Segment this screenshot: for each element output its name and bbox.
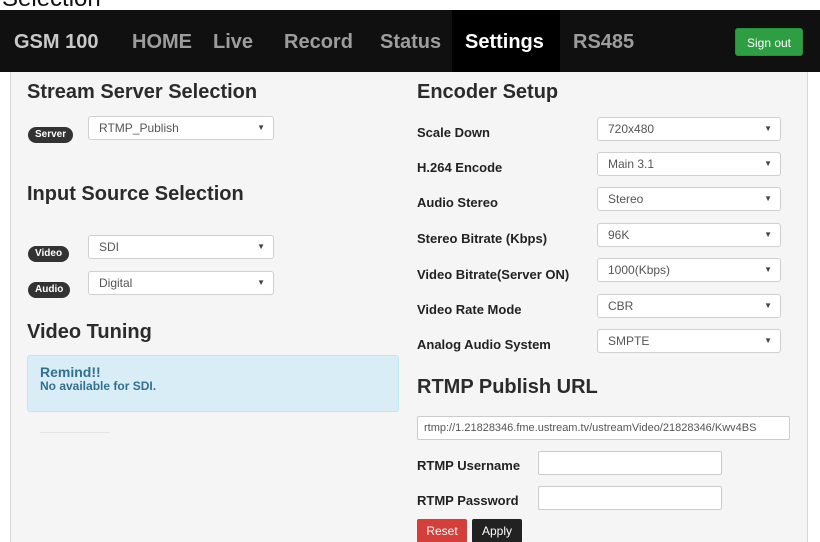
- chevron-down-icon: ▼: [764, 194, 772, 203]
- audio-stereo-select[interactable]: Stereo ▼: [597, 187, 781, 211]
- reset-button[interactable]: Reset: [417, 519, 467, 542]
- video-tuning-title: Video Tuning: [27, 321, 152, 343]
- video-source-select[interactable]: SDI ▼: [88, 235, 274, 259]
- cropped-heading: Selection: [0, 0, 820, 10]
- video-rate-mode-select[interactable]: CBR ▼: [597, 294, 781, 318]
- h264-encode-label: H.264 Encode: [417, 160, 503, 175]
- video-source-value: SDI: [99, 240, 120, 254]
- server-select-value: RTMP_Publish: [99, 121, 179, 135]
- video-bitrate-label: Video Bitrate(Server ON): [417, 267, 570, 282]
- nav-home[interactable]: HOME: [132, 30, 192, 54]
- rtmp-username-label: RTMP Username: [417, 458, 521, 473]
- audio-stereo-value: Stereo: [608, 192, 644, 206]
- scale-down-label: Scale Down: [417, 125, 490, 140]
- rtmp-password-label: RTMP Password: [417, 493, 519, 508]
- rtmp-password-input[interactable]: [538, 486, 722, 510]
- h264-encode-value: Main 3.1: [608, 157, 655, 171]
- scale-down-select[interactable]: 720x480 ▼: [597, 117, 781, 141]
- chevron-down-icon: ▼: [764, 265, 772, 274]
- apply-button[interactable]: Apply: [472, 519, 522, 542]
- h264-encode-select[interactable]: Main 3.1 ▼: [597, 152, 781, 176]
- input-source-title: Input Source Selection: [27, 183, 244, 205]
- stereo-bitrate-select[interactable]: 96K ▼: [597, 223, 781, 247]
- audio-source-select[interactable]: Digital ▼: [88, 271, 274, 295]
- encoder-setup-title: Encoder Setup: [417, 81, 559, 103]
- analog-audio-label: Analog Audio System: [417, 337, 551, 352]
- nav-live[interactable]: Live: [213, 30, 253, 54]
- audio-stereo-label: Audio Stereo: [417, 195, 498, 210]
- nav-rs485[interactable]: RS485: [573, 30, 634, 54]
- chevron-down-icon: ▼: [764, 301, 772, 310]
- scale-down-value: 720x480: [608, 122, 655, 136]
- chevron-down-icon: ▼: [764, 230, 772, 239]
- audio-source-value: Digital: [99, 276, 133, 290]
- divider: [40, 432, 110, 433]
- rtmp-publish-title: RTMP Publish URL: [417, 376, 598, 398]
- nav-record[interactable]: Record: [284, 30, 353, 54]
- video-rate-mode-label: Video Rate Mode: [417, 302, 522, 317]
- remind-text: No available for SDI.: [40, 379, 157, 393]
- server-select[interactable]: RTMP_Publish ▼: [88, 116, 274, 140]
- chevron-down-icon: ▼: [257, 278, 265, 287]
- nav-status[interactable]: Status: [380, 30, 441, 54]
- chevron-down-icon: ▼: [764, 336, 772, 345]
- top-navbar: GSM 100 HOME Live Record Status Settings…: [0, 10, 820, 72]
- video-bitrate-select[interactable]: 1000(Kbps) ▼: [597, 258, 781, 282]
- video-bitrate-value: 1000(Kbps): [608, 263, 671, 277]
- analog-audio-select[interactable]: SMPTE ▼: [597, 329, 781, 353]
- video-rate-mode-value: CBR: [608, 299, 634, 313]
- rtmp-username-input[interactable]: [538, 451, 722, 475]
- nav-settings[interactable]: Settings: [465, 30, 544, 54]
- stereo-bitrate-label: Stereo Bitrate (Kbps): [417, 231, 548, 246]
- chevron-down-icon: ▼: [257, 242, 265, 251]
- stereo-bitrate-value: 96K: [608, 228, 630, 242]
- server-badge: Server: [28, 127, 74, 143]
- rtmp-url-input[interactable]: rtmp://1.21828346.fme.ustream.tv/ustream…: [417, 416, 790, 440]
- remind-alert: Remind!! No available for SDI.: [27, 355, 399, 412]
- analog-audio-value: SMPTE: [608, 334, 650, 348]
- audio-badge: Audio: [28, 282, 71, 298]
- sign-out-button[interactable]: Sign out: [735, 28, 803, 56]
- brand-link[interactable]: GSM 100: [14, 30, 98, 54]
- stream-server-title: Stream Server Selection: [27, 81, 258, 103]
- video-badge: Video: [28, 246, 70, 262]
- chevron-down-icon: ▼: [257, 123, 265, 132]
- remind-title: Remind!!: [40, 364, 101, 380]
- chevron-down-icon: ▼: [764, 159, 772, 168]
- chevron-down-icon: ▼: [764, 124, 772, 133]
